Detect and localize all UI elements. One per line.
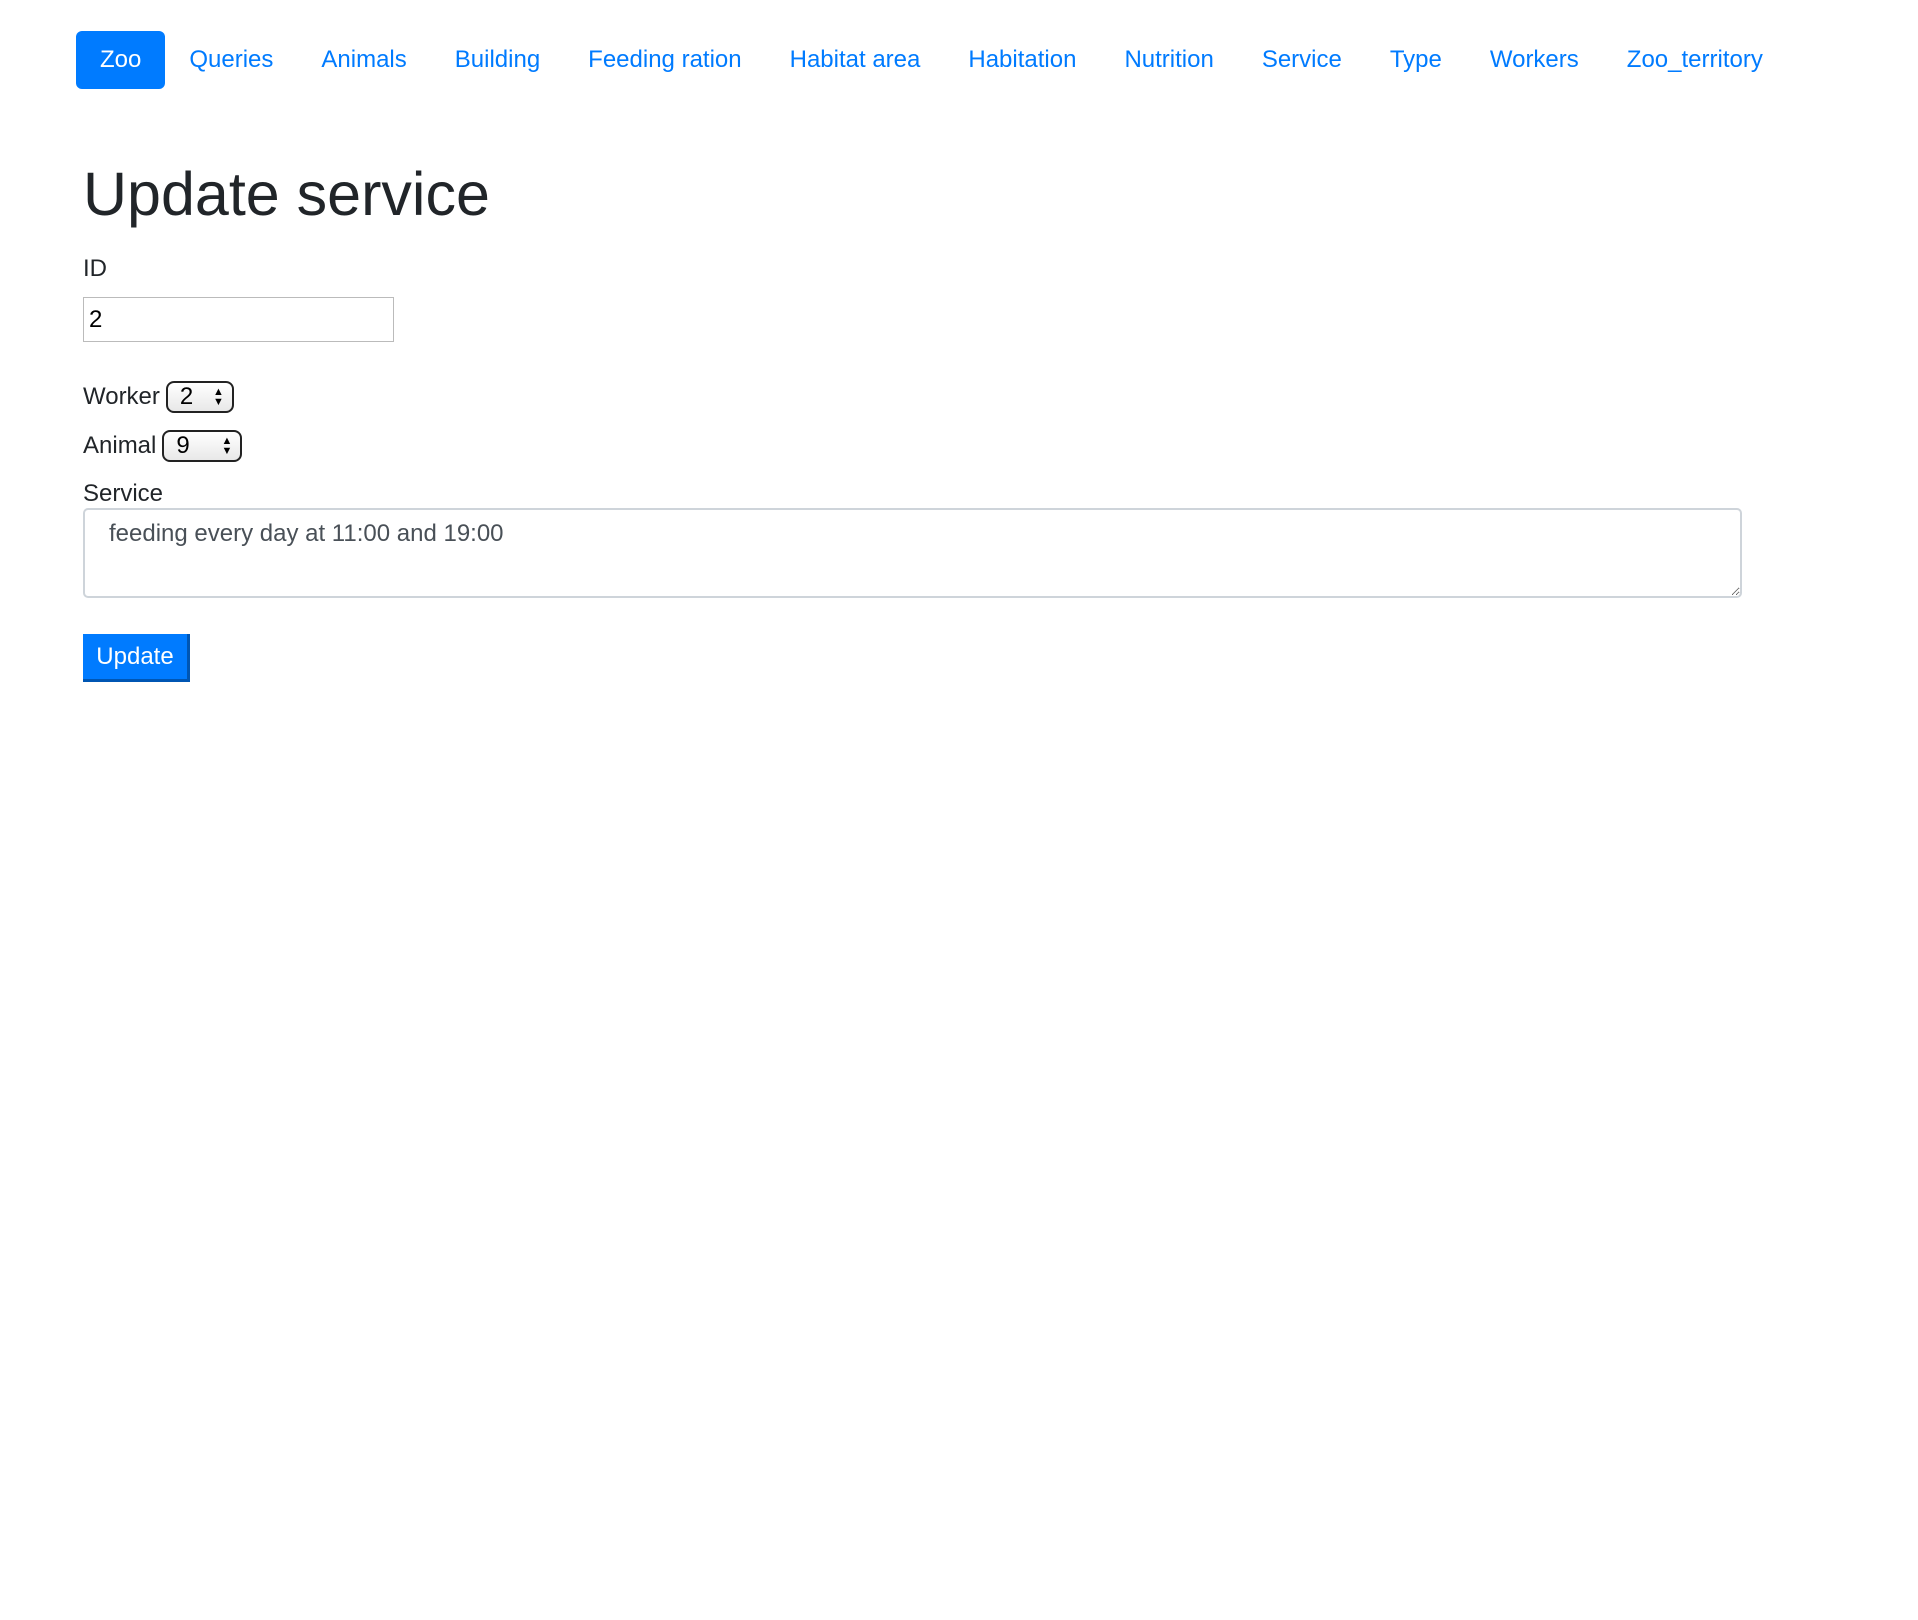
nav-building[interactable]: Building bbox=[431, 31, 564, 89]
nav-zoo-territory[interactable]: Zoo_territory bbox=[1603, 31, 1787, 89]
main-nav: Zoo Queries Animals Building Feeding rat… bbox=[76, 31, 1787, 89]
id-input[interactable] bbox=[83, 297, 394, 342]
nav-feeding-ration[interactable]: Feeding ration bbox=[564, 31, 765, 89]
animal-select-value: 9 bbox=[176, 432, 190, 459]
nav-type[interactable]: Type bbox=[1366, 31, 1466, 89]
updown-arrows-icon: ▲ ▼ bbox=[221, 435, 233, 457]
id-label: ID bbox=[83, 255, 107, 282]
nav-queries[interactable]: Queries bbox=[165, 31, 297, 89]
worker-select[interactable]: 2 ▲ ▼ bbox=[165, 381, 234, 413]
nav-habitat-area[interactable]: Habitat area bbox=[766, 31, 945, 89]
animal-label: Animal bbox=[83, 432, 157, 459]
service-label: Service bbox=[83, 480, 164, 507]
nav-zoo[interactable]: Zoo bbox=[76, 31, 166, 89]
update-button[interactable]: Update bbox=[83, 634, 190, 682]
nav-workers[interactable]: Workers bbox=[1466, 31, 1603, 89]
worker-row: Worker 2 ▲ ▼ bbox=[83, 381, 234, 413]
worker-label: Worker bbox=[83, 383, 160, 410]
nav-service[interactable]: Service bbox=[1238, 31, 1366, 89]
worker-select-value: 2 bbox=[179, 383, 194, 410]
service-textarea[interactable]: feeding every day at 11:00 and 19:00 bbox=[83, 508, 1742, 598]
page-title: Update service bbox=[83, 160, 490, 228]
animal-select[interactable]: 9 ▲ ▼ bbox=[162, 430, 243, 462]
nav-habitation[interactable]: Habitation bbox=[944, 31, 1100, 89]
animal-row: Animal 9 ▲ ▼ bbox=[83, 430, 243, 462]
nav-animals[interactable]: Animals bbox=[297, 31, 430, 89]
nav-nutrition[interactable]: Nutrition bbox=[1100, 31, 1237, 89]
updown-arrows-icon: ▲ ▼ bbox=[213, 386, 224, 408]
